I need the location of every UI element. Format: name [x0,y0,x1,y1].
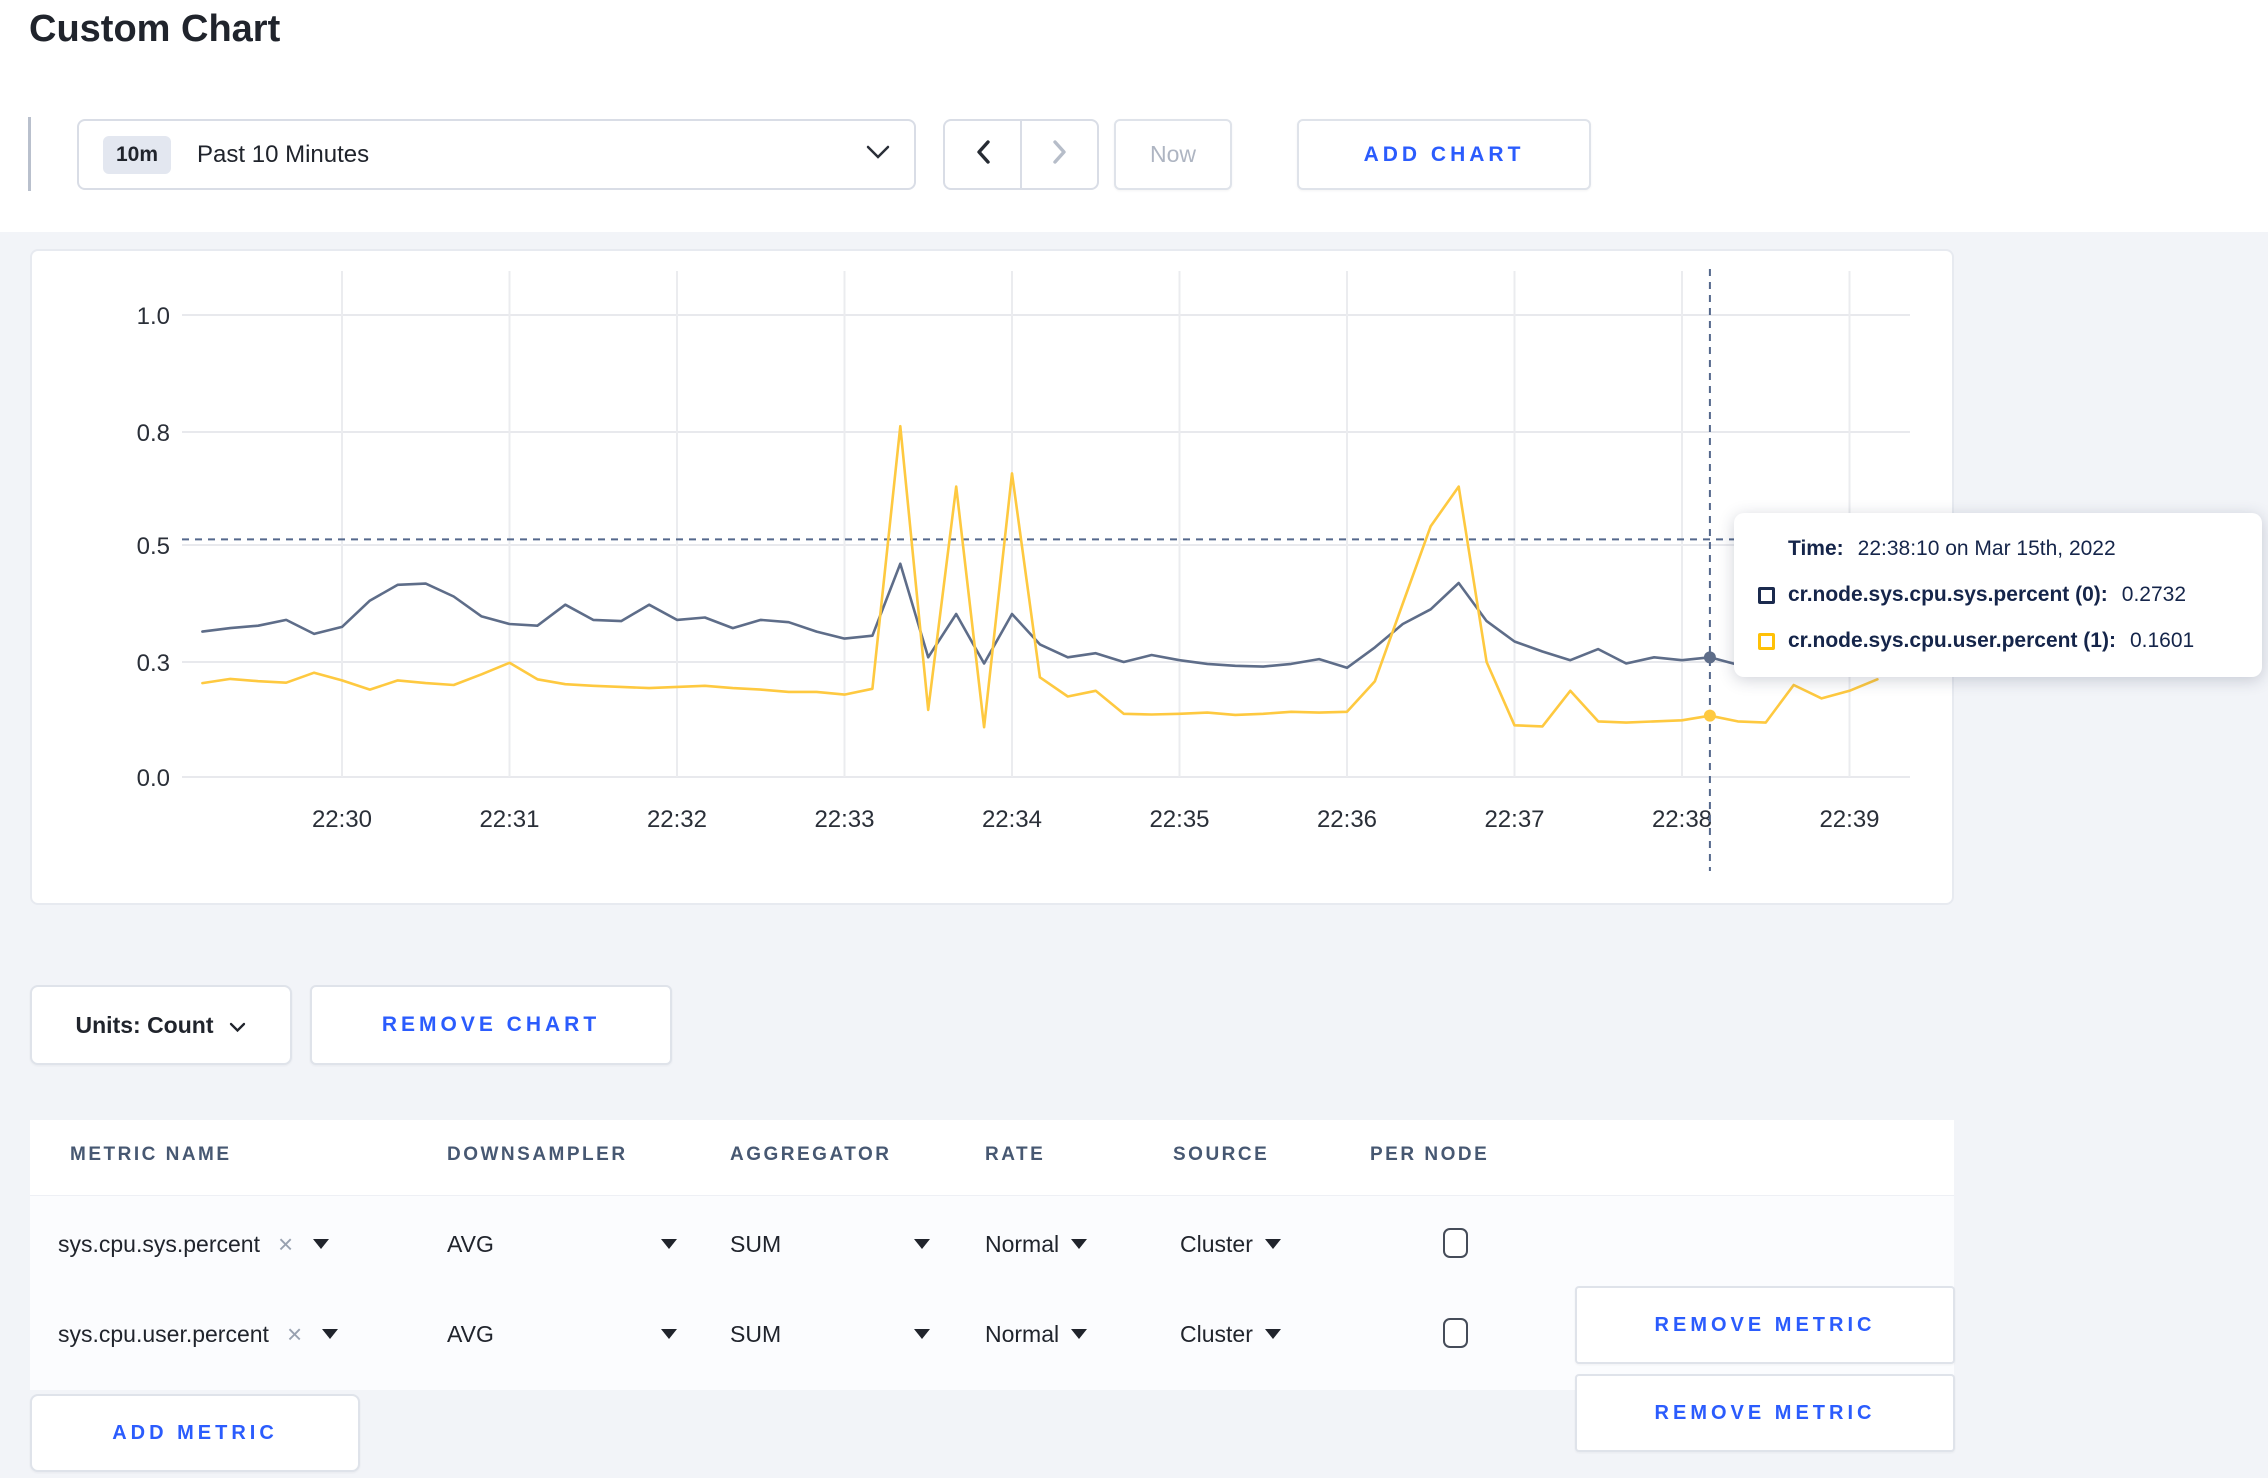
column-header-aggregator: AGGREGATOR [730,1144,892,1165]
remove-chart-button[interactable]: REMOVE CHART [310,985,672,1065]
svg-text:0.5: 0.5 [137,533,170,560]
caret-down-icon [914,1329,930,1339]
metric-name-select[interactable]: sys.cpu.sys.percent × [58,1196,330,1292]
tooltip-series-row: cr.node.sys.cpu.sys.percent (0): 0.2732 [1758,583,2236,607]
rate-select[interactable]: Normal [985,1286,1088,1382]
time-step-buttons [943,119,1099,190]
column-header-source: SOURCE [1173,1144,1270,1165]
svg-text:0.3: 0.3 [137,650,170,677]
add-chart-button[interactable]: ADD CHART [1297,119,1591,190]
add-metric-button[interactable]: ADD METRIC [30,1394,360,1472]
chevron-right-icon [1051,139,1069,170]
source-select[interactable]: Cluster [1180,1196,1281,1292]
toolbar-divider [28,117,31,191]
series-swatch-icon [1758,632,1775,650]
units-dropdown[interactable]: Units: Count [30,985,292,1065]
downsampler-select[interactable]: AVG [447,1286,677,1382]
source-value: Cluster [1180,1230,1253,1257]
aggregator-value: SUM [730,1230,782,1257]
metrics-table-header: METRIC NAME DOWNSAMPLER AGGREGATOR RATE … [30,1120,1954,1195]
caret-down-icon [1071,1239,1088,1249]
time-range-picker[interactable]: 10m Past 10 Minutes [77,119,916,190]
column-header-rate: RATE [985,1144,1046,1165]
aggregator-select[interactable]: SUM [730,1196,930,1292]
chevron-left-icon [974,139,992,170]
units-label: Units: Count [75,1011,214,1038]
svg-text:22:38: 22:38 [1652,806,1712,833]
svg-text:22:35: 22:35 [1149,806,1209,833]
chevron-down-icon [229,1012,246,1039]
caret-down-icon [661,1329,677,1339]
column-header-downsampler: DOWNSAMPLER [447,1144,628,1165]
tooltip-time-label: Time: [1788,537,1844,560]
metric-name-value: sys.cpu.user.percent [58,1320,269,1347]
aggregator-value: SUM [730,1320,782,1347]
aggregator-select[interactable]: SUM [730,1286,930,1382]
svg-text:22:30: 22:30 [312,806,372,833]
downsampler-value: AVG [447,1320,494,1347]
svg-text:22:37: 22:37 [1484,806,1544,833]
source-select[interactable]: Cluster [1180,1286,1281,1382]
metric-row: sys.cpu.user.percent × AVG SUM Normal Cl… [30,1286,1955,1452]
close-icon[interactable]: × [287,1319,302,1350]
per-node-checkbox[interactable] [1443,1318,1468,1348]
svg-text:22:36: 22:36 [1317,806,1377,833]
rate-value: Normal [985,1230,1060,1257]
remove-metric-button[interactable]: REMOVE METRIC [1575,1374,1955,1452]
svg-text:1.0: 1.0 [137,303,170,330]
svg-text:0.0: 0.0 [137,765,170,792]
metrics-table: METRIC NAME DOWNSAMPLER AGGREGATOR RATE … [30,1120,1955,1452]
caret-down-icon [313,1239,330,1249]
close-icon[interactable]: × [278,1229,293,1260]
caret-down-icon [322,1329,339,1339]
prev-time-button[interactable] [945,121,1022,188]
metric-row: sys.cpu.sys.percent × AVG SUM Normal Clu… [30,1196,1955,1364]
svg-text:22:31: 22:31 [479,806,539,833]
caret-down-icon [661,1239,677,1249]
downsampler-select[interactable]: AVG [447,1196,677,1292]
source-value: Cluster [1180,1320,1253,1347]
caret-down-icon [914,1239,930,1249]
series-swatch-icon [1758,586,1775,604]
svg-text:22:33: 22:33 [814,806,874,833]
tooltip-series-row: cr.node.sys.cpu.user.percent (1): 0.1601 [1758,629,2236,653]
per-node-checkbox[interactable] [1443,1228,1468,1258]
svg-text:0.8: 0.8 [137,420,170,447]
caret-down-icon [1071,1329,1088,1339]
column-header-metric-name: METRIC NAME [70,1144,232,1165]
tooltip-time-row: Time: 22:38:10 on Mar 15th, 2022 [1788,537,2236,561]
now-button[interactable]: Now [1114,119,1232,190]
caret-down-icon [1264,1329,1281,1339]
tooltip-series-value: 0.2732 [2121,583,2187,606]
downsampler-value: AVG [447,1230,494,1257]
svg-text:22:34: 22:34 [982,806,1042,833]
rate-select[interactable]: Normal [985,1196,1088,1292]
chart-canvas[interactable]: 0.0 0.3 0.5 0.8 1.0 22:30 22:31 22:32 22:33 22:34… [32,251,1956,907]
tooltip-series-value: 0.1601 [2129,629,2195,652]
metrics-table-rows: sys.cpu.sys.percent × AVG SUM Normal Clu… [30,1195,1955,1452]
chevron-down-icon [866,145,890,165]
metric-name-value: sys.cpu.sys.percent [58,1230,260,1257]
svg-text:22:39: 22:39 [1819,806,1879,833]
next-time-button[interactable] [1022,121,1097,188]
chart-panel: 0.0 0.3 0.5 0.8 1.0 22:30 22:31 22:32 22:33 22:34… [30,249,1954,905]
page-title: Custom Chart [29,8,281,50]
tooltip-time-value: 22:38:10 on Mar 15th, 2022 [1857,537,2116,560]
chart-tooltip: Time: 22:38:10 on Mar 15th, 2022 cr.node.… [1734,513,2262,677]
rate-value: Normal [985,1320,1060,1347]
caret-down-icon [1264,1239,1281,1249]
time-range-badge: 10m [103,135,172,174]
tooltip-series-label: cr.node.sys.cpu.sys.percent (0): [1788,583,2108,606]
time-range-label: Past 10 Minutes [197,140,370,168]
header-band [0,0,2268,232]
column-header-per-node: PER NODE [1370,1144,1490,1165]
tooltip-series-label: cr.node.sys.cpu.user.percent (1): [1788,629,2116,652]
svg-text:22:32: 22:32 [647,806,707,833]
metric-name-select[interactable]: sys.cpu.user.percent × [58,1286,339,1382]
